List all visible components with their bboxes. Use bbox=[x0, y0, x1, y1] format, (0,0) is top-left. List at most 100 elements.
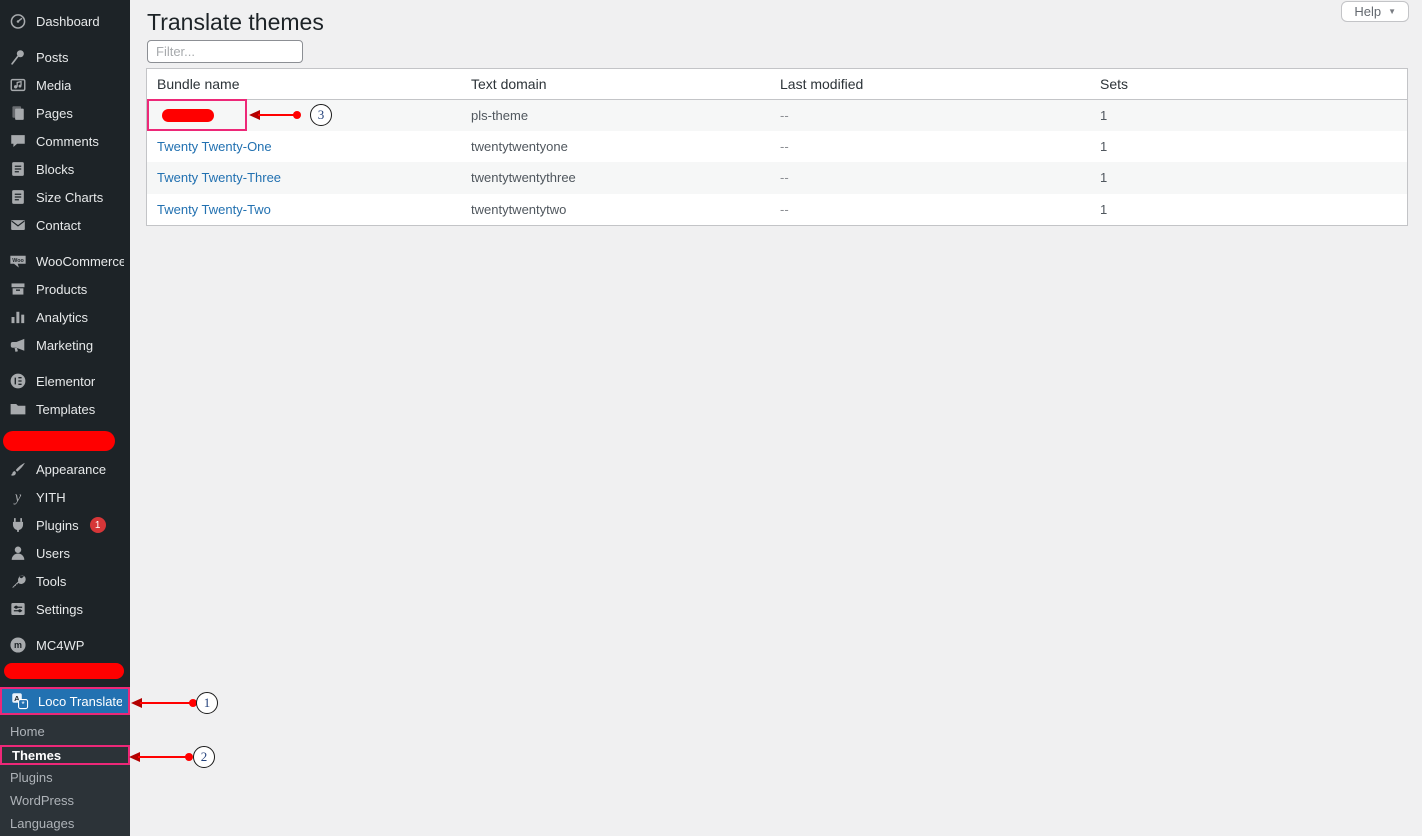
redacted-menu-item bbox=[4, 663, 124, 679]
sidebar-item-loco-translate[interactable]: A* Loco Translate bbox=[0, 687, 130, 715]
annotation-arrow-line-2 bbox=[138, 756, 188, 758]
annotation-arrow-line-1 bbox=[140, 702, 192, 704]
sidebar-item-label: YITH bbox=[36, 490, 66, 505]
annotation-arrow-line-3 bbox=[258, 114, 296, 116]
chevron-down-icon: ▼ bbox=[1388, 7, 1396, 16]
sidebar-item-marketing[interactable]: Marketing bbox=[0, 331, 130, 359]
submenu-item-themes[interactable]: Themes bbox=[0, 745, 130, 765]
pages-icon bbox=[9, 104, 27, 122]
submenu-item-home[interactable]: Home bbox=[0, 720, 130, 743]
annotation-arrow-dot-2 bbox=[185, 753, 193, 761]
admin-menu: Dashboard Posts Media Pages CommentsBlocks Si… bbox=[0, 0, 130, 715]
redacted-menu-item bbox=[3, 431, 115, 451]
pushpin-icon bbox=[9, 48, 27, 66]
yith-icon: y bbox=[9, 488, 27, 506]
col-text-domain: Text domain bbox=[461, 69, 770, 99]
last-modified-cell: -- bbox=[770, 131, 1090, 163]
submenu-item-languages[interactable]: Languages bbox=[0, 812, 130, 835]
themes-table: Bundle name Text domain Last modified Se… bbox=[146, 68, 1408, 226]
sidebar-item-dashboard[interactable]: Dashboard bbox=[0, 7, 130, 35]
svg-text:y: y bbox=[13, 490, 22, 506]
user-icon bbox=[9, 544, 27, 562]
sidebar-item-mc4wp[interactable]: m MC4WP bbox=[0, 631, 130, 659]
sidebar-item-label: Loco Translate bbox=[38, 694, 122, 709]
sidebar-item-label: Users bbox=[36, 546, 70, 561]
media-icon bbox=[9, 76, 27, 94]
megaphone-icon bbox=[9, 336, 27, 354]
plugin-icon bbox=[9, 516, 27, 534]
sidebar-item-contact[interactable]: Contact bbox=[0, 211, 130, 239]
bundle-link[interactable]: Twenty Twenty-One bbox=[157, 139, 272, 154]
table-row: Twenty Twenty-Threetwentytwentythree--1 bbox=[147, 162, 1407, 194]
text-domain-cell: twentytwentythree bbox=[461, 162, 770, 194]
text-domain-cell: pls-theme bbox=[461, 99, 770, 131]
last-modified-cell: -- bbox=[770, 194, 1090, 226]
annotation-arrow-dot-3 bbox=[293, 111, 301, 119]
col-bundle-name: Bundle name bbox=[147, 69, 461, 99]
help-button[interactable]: Help ▼ bbox=[1341, 1, 1409, 22]
products-icon bbox=[9, 280, 27, 298]
help-label: Help bbox=[1354, 4, 1381, 19]
sidebar-item-label: Products bbox=[36, 282, 87, 297]
bundle-link[interactable]: Twenty Twenty-Three bbox=[157, 170, 281, 185]
sidebar-item-label: WooCommerce bbox=[36, 254, 124, 269]
sidebar-item-pages[interactable]: Pages bbox=[0, 99, 130, 127]
sidebar-item-appearance[interactable]: Appearance bbox=[0, 455, 130, 483]
sidebar-item-tools[interactable]: Tools bbox=[0, 567, 130, 595]
document-icon bbox=[9, 188, 27, 206]
sidebar-item-plugins[interactable]: Plugins 1 bbox=[0, 511, 130, 539]
table-row: pls-theme--1 bbox=[147, 99, 1407, 131]
annotation-circle-1: 1 bbox=[196, 692, 218, 714]
bundle-link[interactable]: Twenty Twenty-Two bbox=[157, 202, 271, 217]
sidebar-item-comments[interactable]: Comments bbox=[0, 127, 130, 155]
loco-translate-icon: A* bbox=[11, 692, 29, 710]
sidebar-item-media[interactable]: Media bbox=[0, 71, 130, 99]
elementor-icon bbox=[9, 372, 27, 390]
sidebar-item-label: Settings bbox=[36, 602, 83, 617]
admin-sidebar: Dashboard Posts Media Pages CommentsBlocks Si… bbox=[0, 0, 130, 836]
svg-text:Woo: Woo bbox=[12, 258, 24, 264]
sidebar-item-yith[interactable]: y YITH bbox=[0, 483, 130, 511]
text-domain-cell: twentytwentytwo bbox=[461, 194, 770, 226]
sidebar-item-analytics[interactable]: Analytics bbox=[0, 303, 130, 331]
sidebar-item-label: Media bbox=[36, 78, 71, 93]
sidebar-item-label: Appearance bbox=[36, 462, 106, 477]
sidebar-item-label: MC4WP bbox=[36, 638, 84, 653]
table-header-row: Bundle name Text domain Last modified Se… bbox=[147, 69, 1407, 99]
sidebar-item-label: Templates bbox=[36, 402, 95, 417]
submenu-item-wordpress[interactable]: WordPress bbox=[0, 789, 130, 812]
sidebar-item-label: Plugins bbox=[36, 518, 79, 533]
submenu-item-plugins[interactable]: Plugins bbox=[0, 766, 130, 789]
filter-input[interactable] bbox=[147, 40, 303, 63]
woocommerce-icon: Woo bbox=[9, 252, 27, 270]
sidebar-item-label: Dashboard bbox=[36, 14, 100, 29]
annotation-box-bundle-name bbox=[147, 99, 247, 131]
sidebar-item-settings[interactable]: Settings bbox=[0, 595, 130, 623]
envelope-icon bbox=[9, 216, 27, 234]
sidebar-item-templates[interactable]: Templates bbox=[0, 395, 130, 423]
sidebar-item-products[interactable]: Products bbox=[0, 275, 130, 303]
annotation-circle-2: 2 bbox=[193, 746, 215, 768]
sets-cell: 1 bbox=[1090, 99, 1407, 131]
sidebar-item-users[interactable]: Users bbox=[0, 539, 130, 567]
loco-translate-submenu: HomeThemesPluginsWordPressLanguages bbox=[0, 715, 130, 836]
sidebar-item-woocommerce[interactable]: Woo WooCommerce bbox=[0, 247, 130, 275]
sidebar-item-size-charts[interactable]: Size Charts bbox=[0, 183, 130, 211]
page-title: Translate themes bbox=[147, 8, 324, 38]
folder-icon bbox=[9, 400, 27, 418]
sidebar-item-posts[interactable]: Posts bbox=[0, 43, 130, 71]
wordpress-admin-page: Dashboard Posts Media Pages CommentsBlocks Si… bbox=[0, 0, 1422, 836]
wrench-icon bbox=[9, 572, 27, 590]
document-icon bbox=[9, 160, 27, 178]
update-count-badge: 1 bbox=[90, 517, 106, 533]
sidebar-item-label: Size Charts bbox=[36, 190, 103, 205]
mc4wp-icon: m bbox=[9, 636, 27, 654]
table-row: Twenty Twenty-Onetwentytwentyone--1 bbox=[147, 131, 1407, 163]
sidebar-item-label: Pages bbox=[36, 106, 73, 121]
sidebar-item-elementor[interactable]: Elementor bbox=[0, 367, 130, 395]
sets-cell: 1 bbox=[1090, 162, 1407, 194]
sidebar-item-blocks[interactable]: Blocks bbox=[0, 155, 130, 183]
settings-icon bbox=[9, 600, 27, 618]
text-domain-cell: twentytwentyone bbox=[461, 131, 770, 163]
col-last-modified: Last modified bbox=[770, 69, 1090, 99]
